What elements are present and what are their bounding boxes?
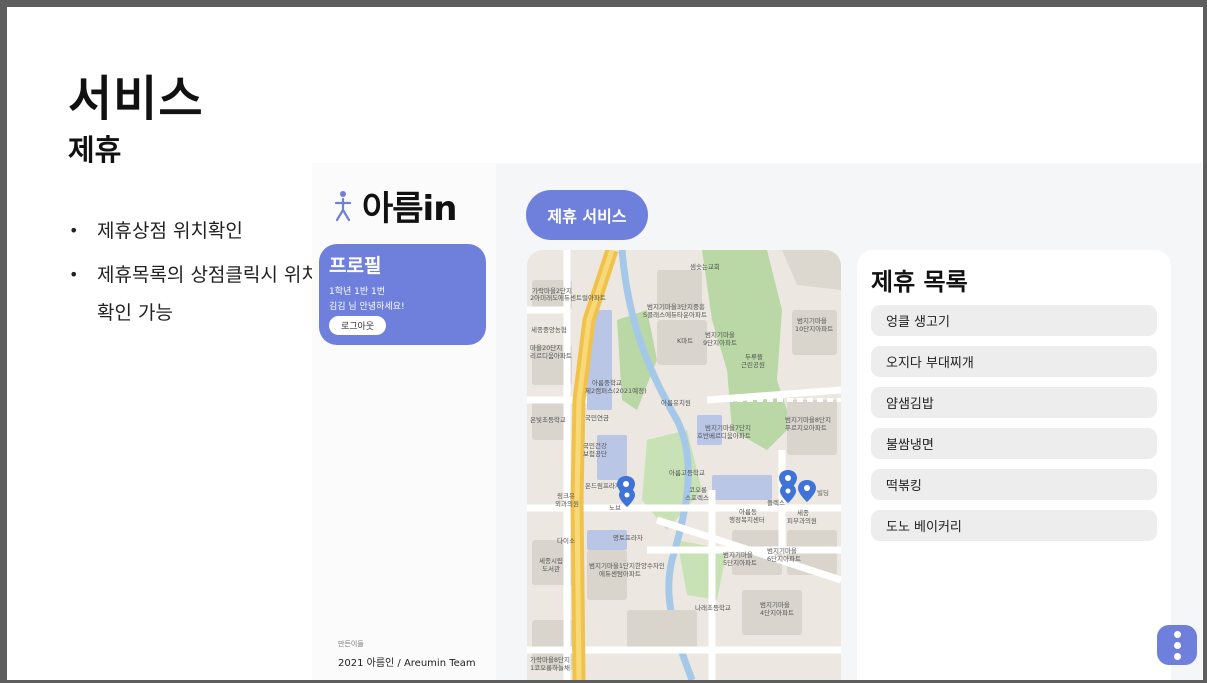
partner-list-card: 제휴 목록 엉클 생고기 오지다 부대찌개 얌샘김밥 불쌈냉면 떡볶킹 도노 베… — [857, 250, 1171, 680]
map-label: 호반베르디움아파트 — [697, 431, 751, 440]
map-label: 보험공단 — [583, 449, 607, 458]
partner-map[interactable]: 샘솟는교회 가락마을2단지 2아미래도에듀센트럴아파트 범지기마을3단지중흥 S… — [527, 250, 841, 680]
profile-title: 프로필 — [329, 255, 382, 277]
partner-list-item[interactable]: 엉클 생고기 — [871, 305, 1157, 336]
map-label: 가락마을8단지 — [530, 655, 570, 664]
map-label: 세종 — [797, 508, 809, 517]
partner-list-title: 제휴 목록 — [871, 268, 968, 296]
map-label: 6단지아파트 — [767, 554, 801, 563]
sidebar: 아름in 프로필 1학년 1반 1번 김김 님 안녕하세요! 로그아웃 만든이들… — [312, 163, 496, 680]
map-label: 마을20단지 — [530, 343, 562, 352]
person-logo-icon — [334, 190, 352, 221]
logout-button[interactable]: 로그아웃 — [329, 316, 386, 335]
map-label: 4단지아파트 — [760, 608, 794, 617]
map-label: 범지기마을 — [705, 330, 735, 339]
map-label: 범지기마을 — [760, 600, 790, 609]
map-label: 빌딩 — [817, 488, 829, 497]
map-label: 제2캠퍼스(2021예정) — [585, 386, 647, 395]
map-label: 범지기마을 — [767, 546, 797, 555]
map-label: 에듀센텀아파트 — [599, 569, 641, 578]
partner-list-item[interactable]: 오지다 부대찌개 — [871, 346, 1157, 377]
profile-card: 프로필 1학년 1반 1번 김김 님 안녕하세요! 로그아웃 — [319, 244, 486, 345]
map-label: 아름중학교 — [592, 378, 622, 387]
map-label: 두루뜰 — [745, 353, 763, 361]
map-label: 링크유 — [557, 492, 575, 500]
map-label: 근린공원 — [741, 360, 765, 369]
partner-list: 엉클 생고기 오지다 부대찌개 얌샘김밥 불쌈냉면 떡볶킹 도노 베이커리 — [871, 305, 1157, 551]
map-label: 범지기마을8단지 — [785, 415, 831, 424]
more-dots-icon — [1173, 652, 1181, 660]
map-label: 다이소 — [557, 536, 575, 545]
map-label: 아름유치원 — [661, 398, 691, 407]
map-label: 코오롱 — [689, 486, 707, 494]
map-label: 나래초등학교 — [695, 603, 731, 612]
map-label: 온드림프라자 — [585, 481, 621, 490]
app-logo[interactable]: 아름in — [334, 181, 457, 230]
more-menu-button[interactable] — [1157, 625, 1197, 665]
partner-list-item[interactable]: 얌샘김밥 — [871, 387, 1157, 418]
map-label: 범지기마을 — [797, 316, 827, 325]
partner-service-header: 제휴 서비스 — [526, 190, 648, 240]
credit-text: 2021 아름인 / Areumin Team — [338, 658, 476, 669]
map-label: 온빛초등학교 — [530, 415, 566, 424]
map-label: S클래스에듀타운아파트 — [643, 310, 707, 319]
map-label: 범지기마을1단지한양수자인 — [589, 561, 665, 570]
map-label: 외과의원 — [555, 499, 579, 508]
map-label: 명토프라자 — [613, 533, 643, 542]
bullet-dot-icon: • — [69, 265, 79, 284]
partner-list-item[interactable]: 도노 베이커리 — [871, 510, 1157, 541]
map-label: 피부과의원 — [787, 516, 817, 525]
profile-greeting: 김김 님 안녕하세요! — [329, 302, 405, 312]
map-label: 스포렉스 — [685, 493, 709, 502]
logo-text: 아름in — [362, 189, 457, 229]
bullet-text: 제휴목록의 상점클릭시 위치확인 가능 — [97, 264, 319, 324]
map-label: 세종중앙농협 — [531, 325, 567, 334]
bullet-list: • 제휴상점 위치확인 • 제휴목록의 상점클릭시 위치확인 가능 — [67, 212, 327, 338]
map-label: 아름동 — [739, 507, 757, 516]
more-dots-icon — [1173, 630, 1181, 638]
map-label: 1코오롱하늘채 — [530, 663, 570, 672]
more-dots-icon — [1173, 641, 1181, 649]
map-label: 아름고등학교 — [669, 468, 705, 477]
bullet-text: 제휴상점 위치확인 — [97, 220, 243, 242]
partner-list-item[interactable]: 불쌈냉면 — [871, 428, 1157, 459]
map-label: 플렉스 — [767, 498, 785, 507]
map-label: 범지기마을7단지 — [705, 423, 751, 432]
partner-list-item[interactable]: 떡볶킹 — [871, 469, 1157, 500]
bullet-dot-icon: • — [69, 221, 79, 240]
map-label: 국민건강 — [583, 441, 607, 450]
profile-class-info: 1학년 1반 1번 — [329, 287, 386, 297]
map-label: 푸르지오아파트 — [785, 423, 827, 432]
map-label: 세종시립 — [539, 556, 563, 565]
credit-label: 만든이들 — [338, 640, 364, 648]
map-label: 도서관 — [542, 564, 560, 573]
map-label: 범지기마을 — [723, 550, 753, 559]
map-label: K마트 — [677, 336, 693, 345]
slide-subtitle: 제휴 — [68, 133, 122, 167]
app-screenshot: 아름in 프로필 1학년 1반 1번 김김 님 안녕하세요! 로그아웃 만든이들… — [312, 163, 1202, 680]
bullet-item: • 제휴목록의 상점클릭시 위치확인 가능 — [67, 256, 327, 332]
map-label: 리르디움아파트 — [530, 351, 572, 360]
map-label: 국민연금 — [585, 413, 609, 422]
map-label: 샘솟는교회 — [690, 263, 720, 271]
map-label: 2아미래도에듀센트럴아파트 — [530, 293, 606, 302]
bullet-item: • 제휴상점 위치확인 — [67, 212, 327, 250]
map-canvas[interactable]: 샘솟는교회 가락마을2단지 2아미래도에듀센트럴아파트 범지기마을3단지중흥 S… — [527, 250, 841, 680]
slide-title: 서비스 — [68, 71, 204, 127]
slide: 서비스 제휴 • 제휴상점 위치확인 • 제휴목록의 상점클릭시 위치확인 가능 아… — [7, 7, 1203, 680]
map-label: 범지기마을3단지중흥 — [647, 302, 705, 311]
map-label: 10단지아파트 — [795, 324, 833, 333]
map-label: 노브 — [609, 504, 621, 512]
map-label: 5단지아파트 — [723, 558, 757, 567]
map-label: 9단지아파트 — [703, 338, 737, 347]
map-label: 행정복지센터 — [729, 515, 765, 524]
